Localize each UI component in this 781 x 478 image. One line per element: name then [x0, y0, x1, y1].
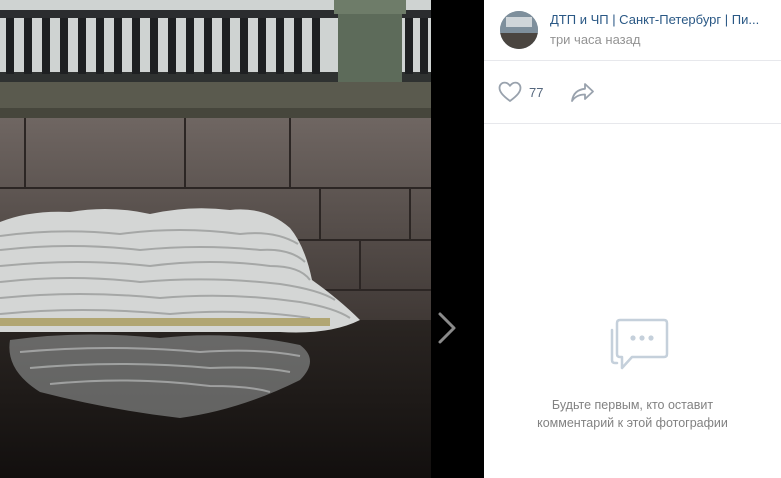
next-photo-button[interactable]: [432, 300, 462, 356]
group-avatar[interactable]: [500, 11, 538, 49]
group-name-link[interactable]: ДТП и ЧП | Санкт-Петербург | Пи...: [550, 12, 772, 27]
no-comments-line-2: комментарий к этой фотографии: [537, 416, 728, 430]
photo-viewer: [0, 0, 484, 478]
chevron-right-icon: [438, 312, 456, 344]
comment-bubble-icon: [610, 318, 669, 370]
no-comments-text: Будьте первым, кто оставит комментарий к…: [484, 396, 781, 432]
flood-sandbags-photo: [0, 0, 431, 478]
like-count: 77: [529, 84, 544, 100]
post-sidebar: ДТП и ЧП | Санкт-Петербург | Пи... три ч…: [484, 0, 781, 478]
post-header: ДТП и ЧП | Санкт-Петербург | Пи... три ч…: [484, 0, 781, 61]
no-comments-line-1: Будьте первым, кто оставит: [551, 398, 714, 412]
post-actions: 77: [484, 61, 781, 124]
post-photo[interactable]: [0, 0, 431, 478]
heart-icon: [498, 81, 522, 102]
group-avatar-image: [500, 11, 538, 49]
share-arrow-icon: [571, 83, 594, 102]
like-button[interactable]: 77: [498, 80, 543, 104]
post-timestamp[interactable]: три часа назад: [550, 32, 640, 47]
share-button[interactable]: [570, 80, 596, 109]
